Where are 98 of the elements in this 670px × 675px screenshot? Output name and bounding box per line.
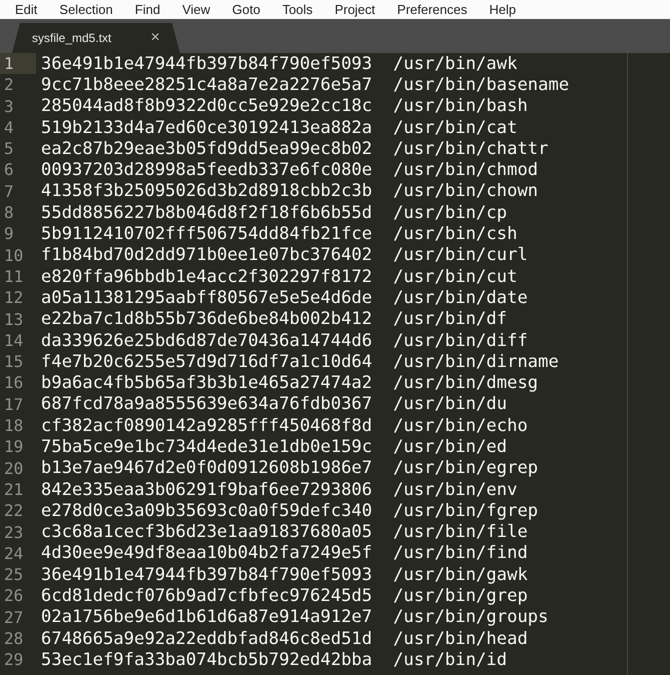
line-number: 26 [3,585,24,607]
path-text: /usr/bin/ed [393,436,507,457]
path-text: /usr/bin/egrep [393,458,538,478]
hash-text: 687fcd78a9a8555639e634a76fdb0367 [41,394,372,414]
path-text: /usr/bin/awk [393,54,518,74]
file-tab[interactable]: sysfile_md5.txt × [12,23,180,53]
path-text: /usr/bin/file [393,522,528,542]
line-number: 16 [3,372,24,394]
path-text: /usr/bin/find [393,543,528,564]
hash-text: c3c68a1cecf3b6d23e1aa91837680a05 [41,522,372,542]
hash-text: 00937203d28998a5feedb337e6fc080e [41,160,372,180]
hash-text: 75ba5ce9e1bc734d4ede31e1db0e159c [41,436,372,457]
line-number: 3 [3,96,15,117]
path-text: /usr/bin/chown [393,181,538,202]
line-number: 10 [3,244,24,266]
hash-text: a05a11381295aabff80567e5e5e4d6de [41,288,372,308]
menu-item[interactable]: View [171,1,222,18]
path-text: /usr/bin/head [393,628,528,649]
hash-text: 53ec1ef9fa33ba074bcb5b792ed42bba [41,650,372,670]
hash-text: e278d0ce3a09b35693c0a0f59defc340 [41,500,372,521]
hash-text: 55dd8856227b8b046d8f2f18f6b6b55d [41,202,372,223]
hash-text: e820ffa96bbdb1e4acc2f302297f8172 [41,266,372,287]
line-number: 23 [3,522,24,543]
path-text: /usr/bin/date [393,288,528,308]
path-text: /usr/bin/env [393,480,518,500]
line-number: 28 [3,628,24,650]
line-number: 18 [3,415,24,436]
hash-text: 4d30ee9e49df8eaa10b04b2fa7249e5f [41,543,372,564]
hash-text: 36e491b1e47944fb397b84f790ef5093 [41,564,372,585]
hash-text: ea2c87b29eae3b05fd9dd5ea99ec8b02 [41,138,372,159]
line-number: 5 [3,138,15,160]
menu-item[interactable]: Preferences [386,1,478,18]
path-text: /usr/bin/grep [393,586,528,606]
hash-text: 6cd81dedcf076b9ad7cfbfec976245d5 [41,586,372,606]
hash-text: 285044ad8f8b9322d0cc5e929e2cc18c [41,96,372,116]
path-text: /usr/bin/chattr [393,138,548,159]
line-number: 1 [0,53,36,74]
path-text: /usr/bin/curl [393,245,528,266]
line-number: 19 [3,436,24,458]
line-number: 12 [3,287,24,309]
line-number: 8 [3,202,15,224]
path-text: /usr/bin/csh [393,224,518,244]
line-number: 11 [3,266,24,288]
line-number: 14 [3,330,24,352]
hash-text: 5b9112410702fff506754dd84fb21fce [41,224,372,244]
line-number: 25 [3,564,24,586]
menu-item[interactable]: Goto [221,1,272,18]
path-text: /usr/bin/du [393,394,507,414]
line-number: 17 [3,394,24,416]
line-number: 9 [3,223,15,245]
path-text: /usr/bin/fgrep [393,500,538,521]
menu-item[interactable]: Project [324,1,386,18]
hash-text: b13e7ae9467d2e0f0d0912608b1986e7 [41,458,372,478]
hash-text: f4e7b20c6255e57d9d716df7a1c10d64 [41,352,372,372]
hash-text: da339626e25bd6d87de70436a14744d6 [41,330,372,350]
line-number: 29 [3,649,24,671]
line-number: 13 [3,308,24,330]
hash-text: 41358f3b25095026d3b2d8918cbb2c3b [41,181,372,202]
line-number: 6 [3,159,15,181]
path-text: /usr/bin/dirname [393,352,559,372]
menu-item[interactable]: Edit [4,1,48,18]
line-number: 27 [3,606,24,628]
hash-text: 519b2133d4a7ed60ce30192413ea882a [41,118,372,138]
path-text: /usr/bin/basename [393,74,570,95]
line-number: 15 [3,351,24,372]
line-number: 20 [3,458,24,479]
path-text: /usr/bin/cat [393,118,518,138]
path-text: /usr/bin/dmesg [393,373,538,394]
path-text: /usr/bin/cp [393,202,507,223]
path-text: /usr/bin/echo [393,416,528,436]
menu-item[interactable]: Tools [271,1,324,18]
hash-text: 9cc71b8eee28251c4a8a7e2a2276e5a7 [41,74,372,95]
hash-text: f1b84bd70d2dd971b0ee1e07bc376402 [41,245,372,266]
line-number: 4 [3,116,15,138]
hash-text: 842e335eaa3b06291f9baf6ee7293806 [41,480,372,500]
hash-text: 02a1756be9e6d1b61d6a87e914a912e7 [41,607,372,628]
hash-text: b9a6ac4fb5b65af3b3b1e465a27474a2 [41,373,372,394]
line-number: 2 [3,74,15,96]
path-text: /usr/bin/cut [393,266,518,287]
path-text: /usr/bin/gawk [393,564,528,585]
path-text: /usr/bin/groups [393,607,548,628]
line-number: 24 [3,542,24,564]
menu-item[interactable]: Selection [48,1,124,18]
path-text: /usr/bin/id [393,650,507,670]
hash-text: e22ba7c1d8b55b736de6be84b002b412 [41,309,372,330]
path-text: /usr/bin/diff [393,330,528,350]
menu-item[interactable]: Help [478,1,527,18]
menu-item[interactable]: Find [124,1,172,18]
path-text: /usr/bin/chmod [393,160,538,180]
close-icon[interactable]: × [150,29,160,47]
line-number: 22 [3,500,24,522]
line-number: 21 [3,478,24,500]
path-text: /usr/bin/df [393,309,507,330]
path-text: /usr/bin/bash [393,96,528,116]
line-number: 7 [3,180,15,202]
hash-text: cf382acf0890142a9285fff450468f8d [41,416,372,436]
hash-text: 6748665a9e92a22eddbfad846c8ed51d [41,628,372,649]
hash-text: 36e491b1e47944fb397b84f790ef5093 [41,54,372,74]
